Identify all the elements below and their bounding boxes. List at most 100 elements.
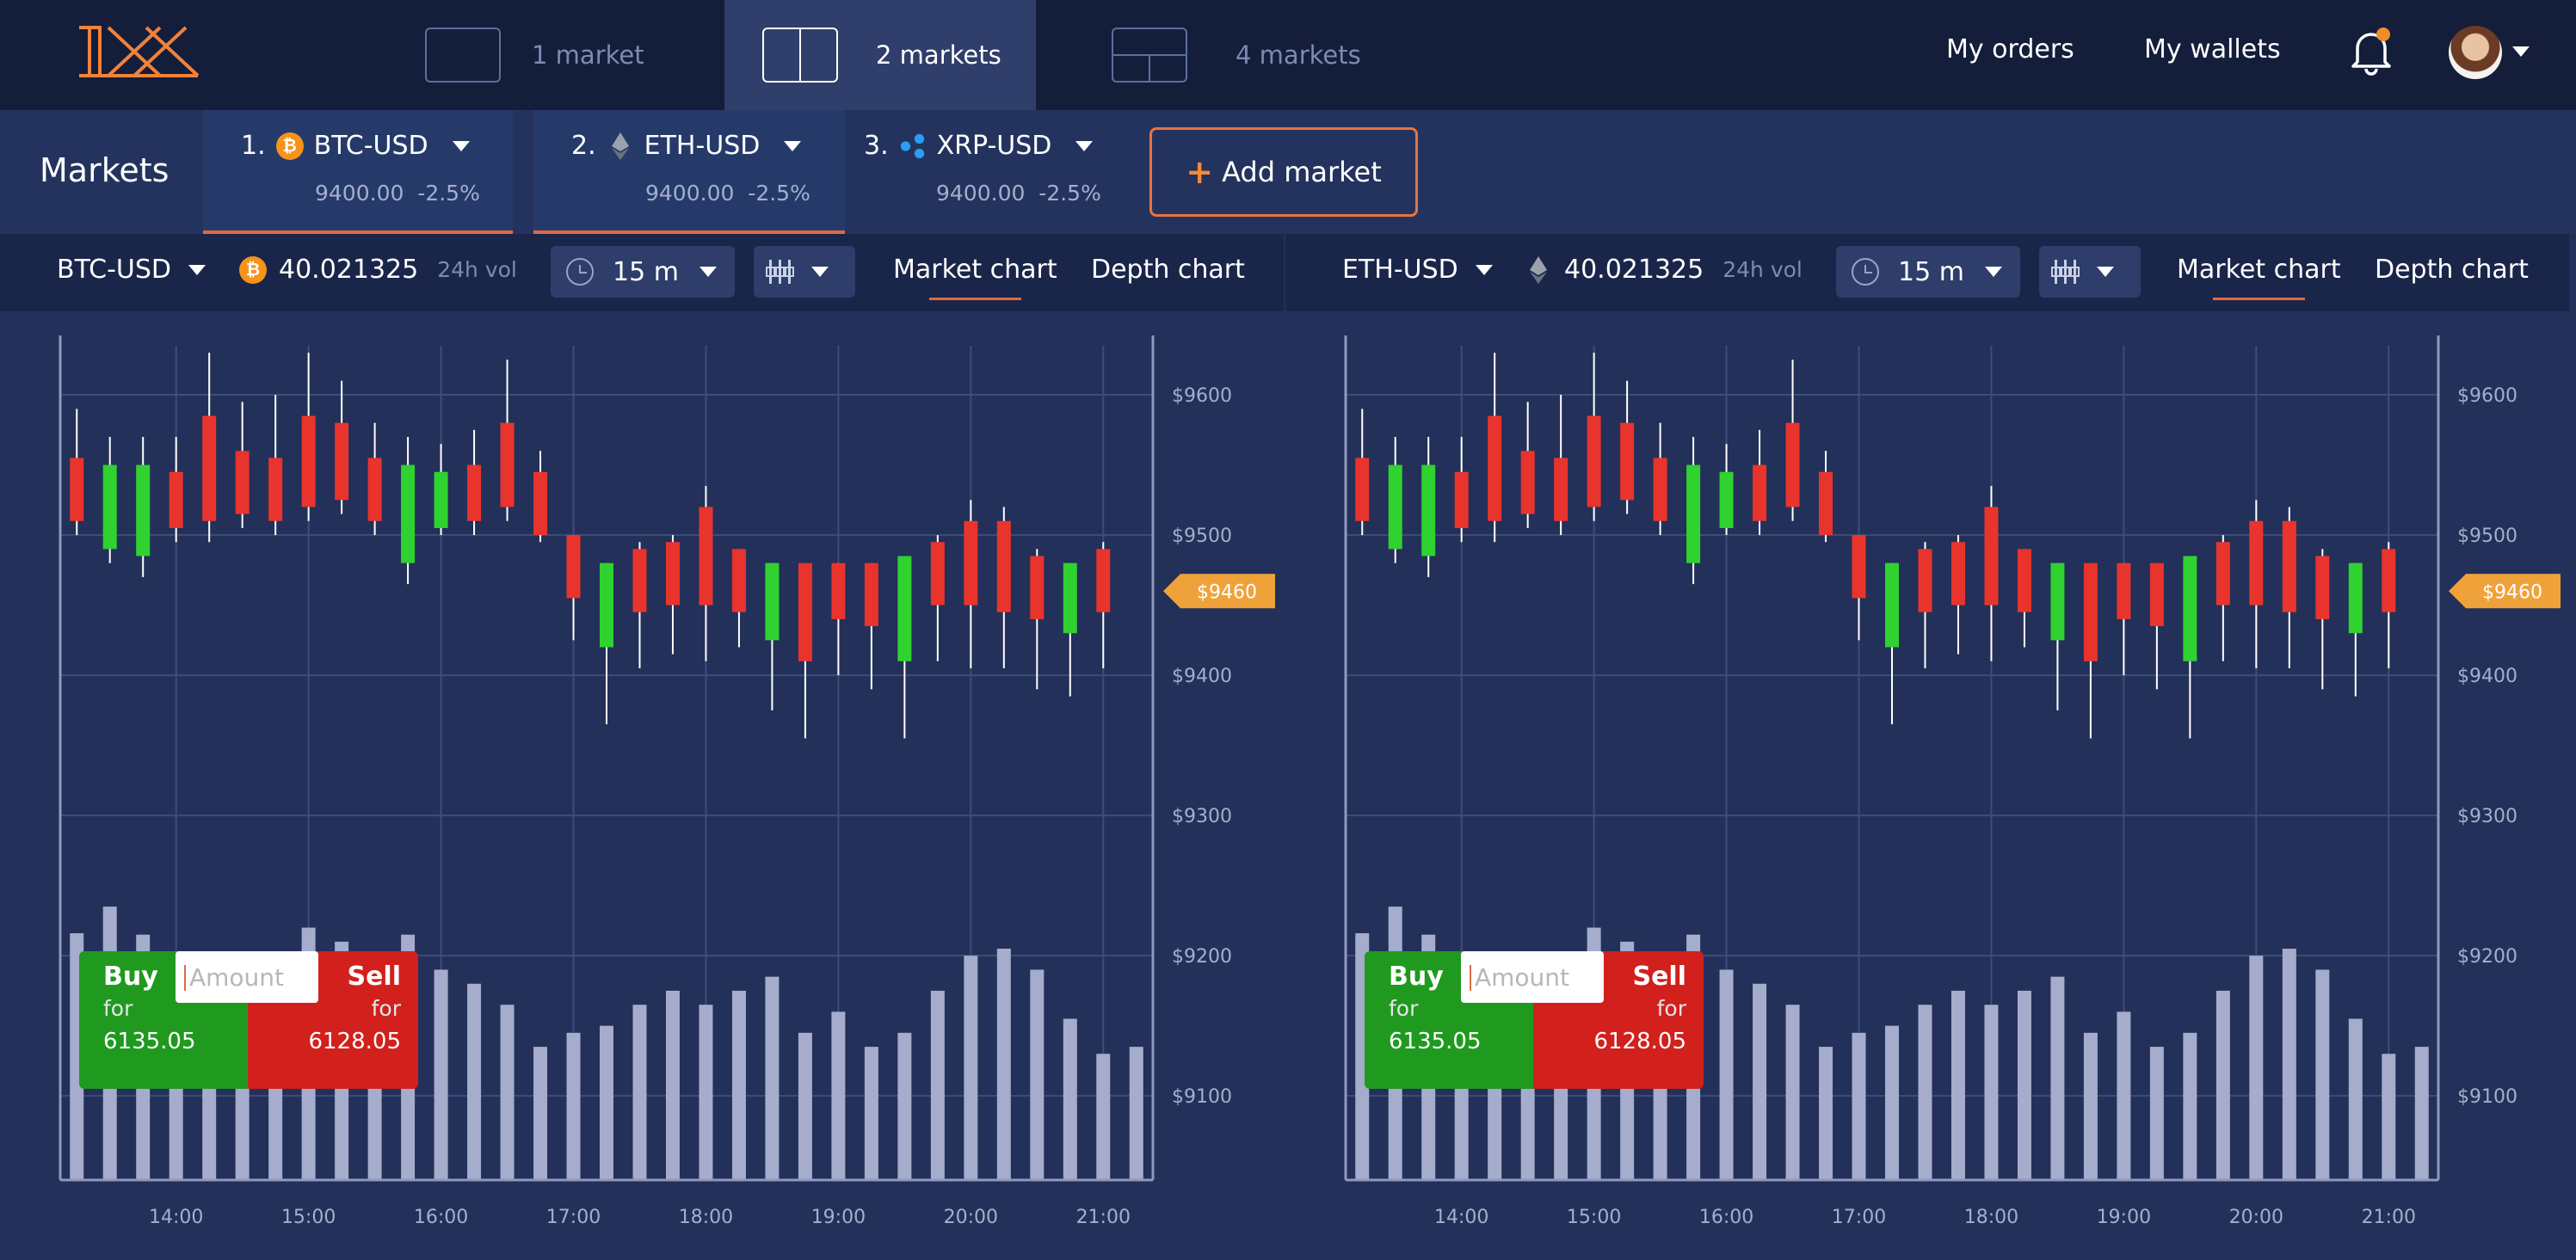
candle-body bbox=[533, 471, 548, 536]
market-tab-price: 9400.00 bbox=[645, 181, 735, 206]
x-tick-label: 18:00 bbox=[679, 1207, 733, 1228]
amount-input[interactable] bbox=[176, 951, 318, 1003]
candle-body bbox=[964, 520, 978, 605]
pair-selector[interactable]: BTC-USD bbox=[57, 255, 206, 285]
chart-type-selector[interactable] bbox=[754, 246, 855, 298]
clock-icon bbox=[1852, 258, 1879, 286]
market-tab-1[interactable]: 1. ₿ BTC-USD 9400.00 -2.5% bbox=[203, 110, 513, 234]
x-tick-label: 18:00 bbox=[1964, 1207, 2018, 1228]
text-cursor bbox=[184, 965, 186, 991]
my-orders-link[interactable]: My orders bbox=[1946, 34, 2074, 65]
buy-for-label: for bbox=[1389, 996, 1419, 1021]
volume-bar bbox=[1885, 1025, 1899, 1180]
candle-body bbox=[1355, 458, 1370, 521]
chevron-down-icon bbox=[1475, 264, 1493, 275]
x-tick-label: 15:00 bbox=[281, 1207, 336, 1228]
chevron-down-icon[interactable] bbox=[1075, 140, 1094, 151]
candle-body bbox=[235, 451, 250, 514]
my-wallets-link[interactable]: My wallets bbox=[2144, 34, 2281, 65]
top-bar: 1 market 2 markets 4 markets My orders M… bbox=[0, 0, 2576, 110]
current-price-label: $9460 bbox=[1197, 581, 1257, 603]
candle-body bbox=[1984, 507, 1999, 605]
candle-body bbox=[2282, 520, 2296, 612]
tab-market-chart[interactable]: Market chart bbox=[2177, 255, 2341, 300]
market-tab-3[interactable]: 3. XRP-USD 9400.00 -2.5% bbox=[845, 110, 1137, 234]
chevron-down-icon[interactable] bbox=[2512, 46, 2530, 57]
volume-bar bbox=[600, 1025, 613, 1180]
x-tick-label: 17:00 bbox=[1832, 1207, 1886, 1228]
volume-bar bbox=[2249, 956, 2264, 1180]
candle-body bbox=[1063, 562, 1077, 634]
chart-type-selector[interactable] bbox=[2039, 246, 2141, 298]
tab-depth-chart[interactable]: Depth chart bbox=[2375, 255, 2529, 285]
interval-selector[interactable]: 15 m bbox=[551, 246, 735, 298]
add-market-label: Add market bbox=[1222, 156, 1382, 188]
tab-depth-chart[interactable]: Depth chart bbox=[1091, 255, 1245, 285]
candlestick-chart[interactable]: $9600 $9500 $9400 $9300 $9200 $9100 14:00 15:00… bbox=[0, 311, 1284, 1260]
candle-body bbox=[699, 507, 713, 605]
volume-unit: 24h vol bbox=[1722, 257, 1803, 282]
market-tab-2[interactable]: 2. ETH-USD 9400.00 -2.5% bbox=[533, 110, 845, 234]
candle-body bbox=[1852, 535, 1866, 599]
x-tick-label: 20:00 bbox=[2229, 1207, 2283, 1228]
candle-body bbox=[632, 549, 647, 612]
pair-selector[interactable]: ETH-USD bbox=[1342, 255, 1493, 285]
market-panel-eth: ETH-USD 40.021325 24h vol 15 m Market ch… bbox=[1285, 234, 2569, 1260]
candle-body bbox=[136, 464, 151, 556]
layout-tab-1-market[interactable]: 1 market bbox=[425, 0, 699, 110]
candle-body bbox=[2117, 562, 2131, 619]
volume-bar bbox=[1785, 1005, 1800, 1180]
add-market-button[interactable]: + Add market bbox=[1149, 127, 1418, 217]
single-pane-icon bbox=[425, 28, 501, 83]
chevron-down-icon[interactable] bbox=[452, 140, 470, 151]
market-tab-pair: ETH-USD bbox=[644, 131, 761, 161]
volume-bar bbox=[864, 1047, 878, 1180]
volume-bar bbox=[434, 969, 448, 1180]
volume-bar bbox=[2083, 1032, 2098, 1180]
interval-selector[interactable]: 15 m bbox=[1836, 246, 2020, 298]
candle-body bbox=[1520, 451, 1535, 514]
candlestick-icon bbox=[766, 260, 794, 284]
chevron-down-icon[interactable] bbox=[784, 140, 802, 151]
tab-market-chart[interactable]: Market chart bbox=[893, 255, 1057, 300]
bell-icon[interactable] bbox=[2345, 24, 2397, 83]
y-tick-label: $9400 bbox=[2457, 666, 2517, 687]
volume-bar bbox=[1096, 1054, 1111, 1180]
y-tick-label: $9600 bbox=[1172, 385, 1232, 407]
volume-bar bbox=[2382, 1054, 2396, 1180]
volume-bar bbox=[2183, 1032, 2197, 1180]
candle-body bbox=[566, 535, 581, 599]
sell-for-label: for bbox=[371, 996, 401, 1021]
sell-price: 6128.05 bbox=[1593, 1029, 1686, 1054]
layout-tab-2-markets[interactable]: 2 markets bbox=[724, 0, 1036, 110]
candle-body bbox=[202, 415, 217, 521]
candle-body bbox=[2017, 549, 2031, 612]
volume-bar bbox=[964, 956, 978, 1180]
buy-label: Buy bbox=[1389, 962, 1444, 992]
candlestick-icon bbox=[2051, 260, 2080, 284]
volume-value: 40.021325 bbox=[279, 255, 419, 285]
pair-label: BTC-USD bbox=[57, 255, 172, 285]
app-logo[interactable] bbox=[74, 21, 203, 86]
volume-bar bbox=[1984, 1005, 1999, 1180]
clock-icon bbox=[566, 258, 594, 286]
buy-label: Buy bbox=[103, 962, 158, 992]
candle-body bbox=[2215, 542, 2230, 605]
y-tick-label: $9300 bbox=[1172, 806, 1232, 827]
candlestick-chart[interactable]: $9600 $9500 $9400 $9300 $9200 $9100 14:00 15:00… bbox=[1285, 311, 2569, 1260]
volume-bar bbox=[2149, 1047, 2164, 1180]
market-tab-change: -2.5% bbox=[417, 181, 480, 206]
layout-tab-label: 2 markets bbox=[876, 40, 1001, 70]
volume-bar bbox=[533, 1047, 548, 1180]
candle-body bbox=[2149, 562, 2164, 627]
amount-input[interactable] bbox=[1461, 951, 1604, 1003]
volume-bar bbox=[1819, 1047, 1833, 1180]
y-tick-label: $9200 bbox=[2457, 946, 2517, 968]
chevron-down-icon bbox=[811, 267, 829, 277]
avatar[interactable] bbox=[2449, 26, 2502, 79]
volume-bar bbox=[632, 1005, 647, 1180]
market-tab-index: 3. bbox=[864, 131, 889, 161]
volume-display: ₿ 40.021325 24h vol bbox=[239, 255, 517, 285]
market-panel-btc: BTC-USD ₿ 40.021325 24h vol 15 m Market … bbox=[0, 234, 1284, 1260]
layout-tab-4-markets[interactable]: 4 markets bbox=[1112, 0, 1404, 110]
